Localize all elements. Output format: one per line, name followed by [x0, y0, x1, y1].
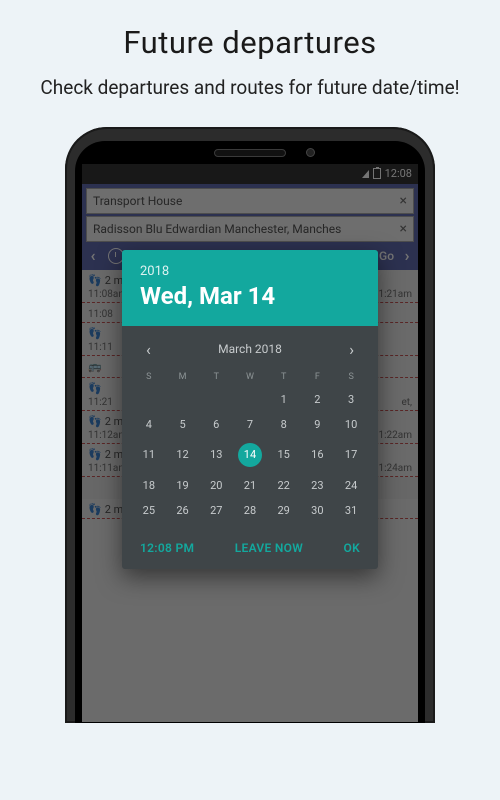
calendar-day[interactable]: 21 [233, 473, 267, 498]
calendar-day[interactable]: 16 [301, 437, 335, 473]
calendar-day [132, 387, 166, 412]
date-picker-date[interactable]: Wed, Mar 14 [140, 282, 360, 310]
calendar-day [199, 387, 233, 412]
leave-now-button[interactable]: LEAVE NOW [235, 541, 303, 555]
calendar-day[interactable]: 13 [199, 437, 233, 473]
calendar-day[interactable]: 31 [334, 498, 368, 523]
phone-camera [306, 148, 315, 157]
calendar-day[interactable]: 15 [267, 437, 301, 473]
calendar-day[interactable]: 28 [233, 498, 267, 523]
calendar-day[interactable]: 14 [233, 437, 267, 473]
calendar-day [166, 387, 200, 412]
calendar-day[interactable]: 18 [132, 473, 166, 498]
date-picker-actions: 12:08 PM LEAVE NOW OK [122, 529, 378, 569]
phone-screen: 12:08 Transport House × Radisson Blu Edw… [81, 163, 419, 723]
phone-speaker [214, 149, 286, 157]
weekday-header: W [233, 367, 267, 387]
phone-inner: 12:08 Transport House × Radisson Blu Edw… [75, 141, 425, 723]
calendar-grid: SMTWTFS 12345678910111213141516171819202… [122, 367, 378, 529]
calendar-day[interactable]: 8 [267, 412, 301, 437]
calendar-day[interactable]: 4 [132, 412, 166, 437]
date-picker-month-row: ‹ March 2018 › [122, 326, 378, 367]
weekday-header: S [334, 367, 368, 387]
date-picker-month-label: March 2018 [218, 342, 282, 356]
calendar-day[interactable]: 19 [166, 473, 200, 498]
calendar-day[interactable]: 3 [334, 387, 368, 412]
calendar-day[interactable]: 17 [334, 437, 368, 473]
calendar-day[interactable]: 7 [233, 412, 267, 437]
calendar-day[interactable]: 24 [334, 473, 368, 498]
calendar-day [233, 387, 267, 412]
calendar-day[interactable]: 23 [301, 473, 335, 498]
calendar-day[interactable]: 5 [166, 412, 200, 437]
calendar-day[interactable]: 25 [132, 498, 166, 523]
weekday-header: T [267, 367, 301, 387]
prev-month-button[interactable]: ‹ [140, 338, 157, 361]
weekday-header: M [166, 367, 200, 387]
calendar-day[interactable]: 6 [199, 412, 233, 437]
date-picker-header: 2018 Wed, Mar 14 [122, 250, 378, 326]
calendar-day[interactable]: 26 [166, 498, 200, 523]
calendar-day[interactable]: 2 [301, 387, 335, 412]
weekday-header: T [199, 367, 233, 387]
promo-subtitle: Check departures and routes for future d… [12, 75, 487, 101]
calendar-day[interactable]: 9 [301, 412, 335, 437]
calendar-day[interactable]: 20 [199, 473, 233, 498]
promo-title: Future departures [123, 24, 376, 61]
weekday-header: S [132, 367, 166, 387]
calendar-day[interactable]: 22 [267, 473, 301, 498]
ok-button[interactable]: OK [344, 541, 360, 555]
date-picker-year[interactable]: 2018 [140, 264, 360, 279]
calendar-day[interactable]: 1 [267, 387, 301, 412]
phone-frame: 12:08 Transport House × Radisson Blu Edw… [65, 127, 435, 723]
weekday-header: F [301, 367, 335, 387]
calendar-day[interactable]: 27 [199, 498, 233, 523]
time-picker-button[interactable]: 12:08 PM [140, 541, 194, 555]
date-picker-dialog: 2018 Wed, Mar 14 ‹ March 2018 › SMTWTFS … [122, 250, 378, 569]
calendar-day[interactable]: 10 [334, 412, 368, 437]
next-month-button[interactable]: › [343, 338, 360, 361]
calendar-day[interactable]: 29 [267, 498, 301, 523]
calendar-day[interactable]: 12 [166, 437, 200, 473]
calendar-day[interactable]: 11 [132, 437, 166, 473]
calendar-day[interactable]: 30 [301, 498, 335, 523]
